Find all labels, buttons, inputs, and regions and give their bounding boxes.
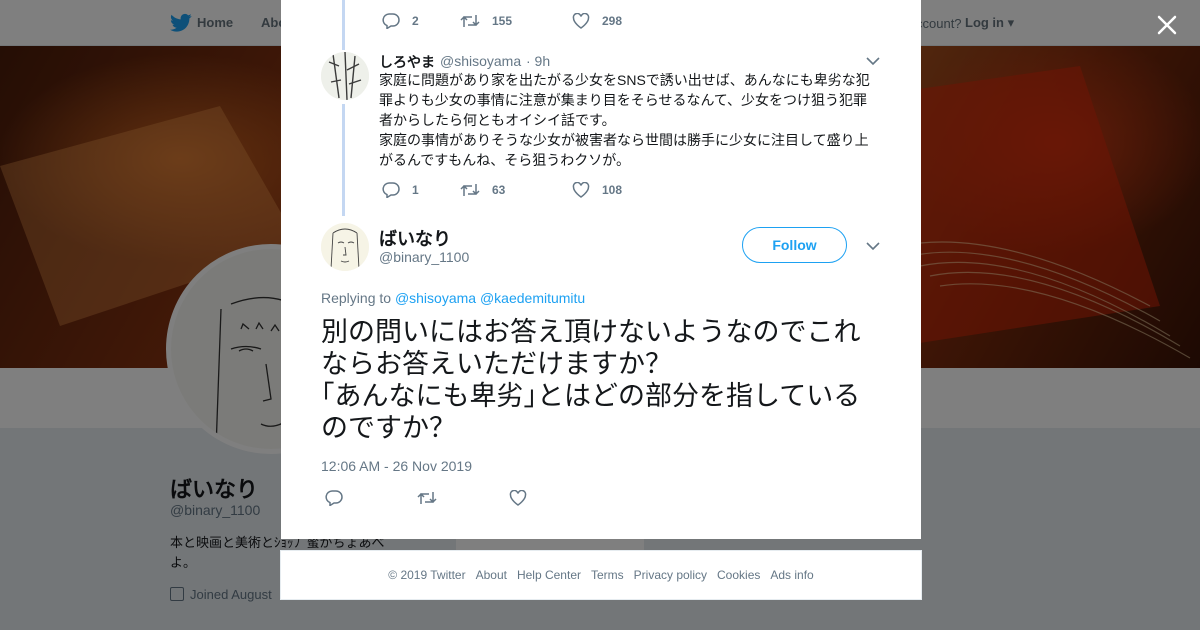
retweet-button[interactable]: 63	[460, 182, 542, 198]
tweet2-actions: 1 63 108	[382, 182, 652, 198]
reply-icon	[325, 490, 343, 506]
heart-icon	[509, 490, 527, 506]
retweet-button[interactable]	[417, 490, 449, 506]
chevron-down-icon[interactable]	[866, 56, 880, 66]
footer-link-cookies[interactable]: Cookies	[717, 568, 760, 582]
tweet-timestamp[interactable]: 12:06 AM - 26 Nov 2019	[321, 458, 472, 474]
user-avatar-shisoyama[interactable]	[321, 52, 369, 100]
thread-connector-line	[342, 104, 345, 216]
retweet-button[interactable]: 155	[460, 13, 542, 29]
reply-icon	[382, 13, 400, 29]
like-button[interactable]: 298	[572, 13, 622, 29]
footer-link-help-center[interactable]: Help Center	[517, 568, 581, 582]
retweet-icon	[417, 492, 437, 504]
reply-button[interactable]: 1	[382, 182, 430, 198]
footer-link-about[interactable]: About	[476, 568, 507, 582]
follow-button[interactable]: Follow	[742, 227, 847, 263]
copyright-text: © 2019 Twitter	[388, 568, 466, 582]
heart-icon	[572, 13, 590, 29]
tweet-author-name[interactable]: しろやま	[379, 52, 435, 72]
retweet-icon	[460, 184, 480, 196]
like-button[interactable]	[509, 490, 539, 506]
mention-link[interactable]: @shisoyama	[395, 290, 476, 306]
user-avatar-binary[interactable]	[321, 223, 369, 271]
reply-icon	[382, 182, 400, 198]
replying-to: Replying to @shisoyama @kaedemitumitu	[321, 290, 586, 306]
thread-connector-line	[342, 0, 345, 50]
tweet-author-handle[interactable]: @binary_1100	[379, 249, 469, 265]
tweet-time[interactable]: · 9h	[526, 53, 550, 69]
heart-icon	[572, 182, 590, 198]
reply-button[interactable]	[325, 490, 355, 506]
footer-link-ads-info[interactable]: Ads info	[770, 568, 813, 582]
close-icon[interactable]	[1152, 10, 1182, 40]
main-tweet-text: 別の問いにはお答え頂けないようなのでこれならお答えいただけますか？ ｢あんなにも卑…	[321, 317, 861, 443]
tweet-author-handle[interactable]: @shisoyama	[440, 53, 521, 69]
reply-button[interactable]: 2	[382, 13, 430, 29]
like-button[interactable]: 108	[572, 182, 622, 198]
tweet-author-name[interactable]: ばいなり	[379, 225, 451, 251]
modal-footer: © 2019 Twitter About Help Center Terms P…	[280, 550, 922, 600]
tweet-text: 家庭に問題があり家を出たがる少女をSNSで誘い出せば、あんなにも卑劣な犯罪よりも…	[379, 72, 870, 168]
main-tweet-actions	[325, 490, 569, 506]
retweet-icon	[460, 15, 480, 27]
footer-link-privacy[interactable]: Privacy policy	[634, 568, 707, 582]
chevron-down-icon[interactable]	[866, 241, 880, 251]
mention-link[interactable]: @kaedemitumitu	[480, 290, 585, 306]
footer-link-terms[interactable]: Terms	[591, 568, 624, 582]
prev-tweet-actions: 2 155 298	[382, 13, 652, 29]
